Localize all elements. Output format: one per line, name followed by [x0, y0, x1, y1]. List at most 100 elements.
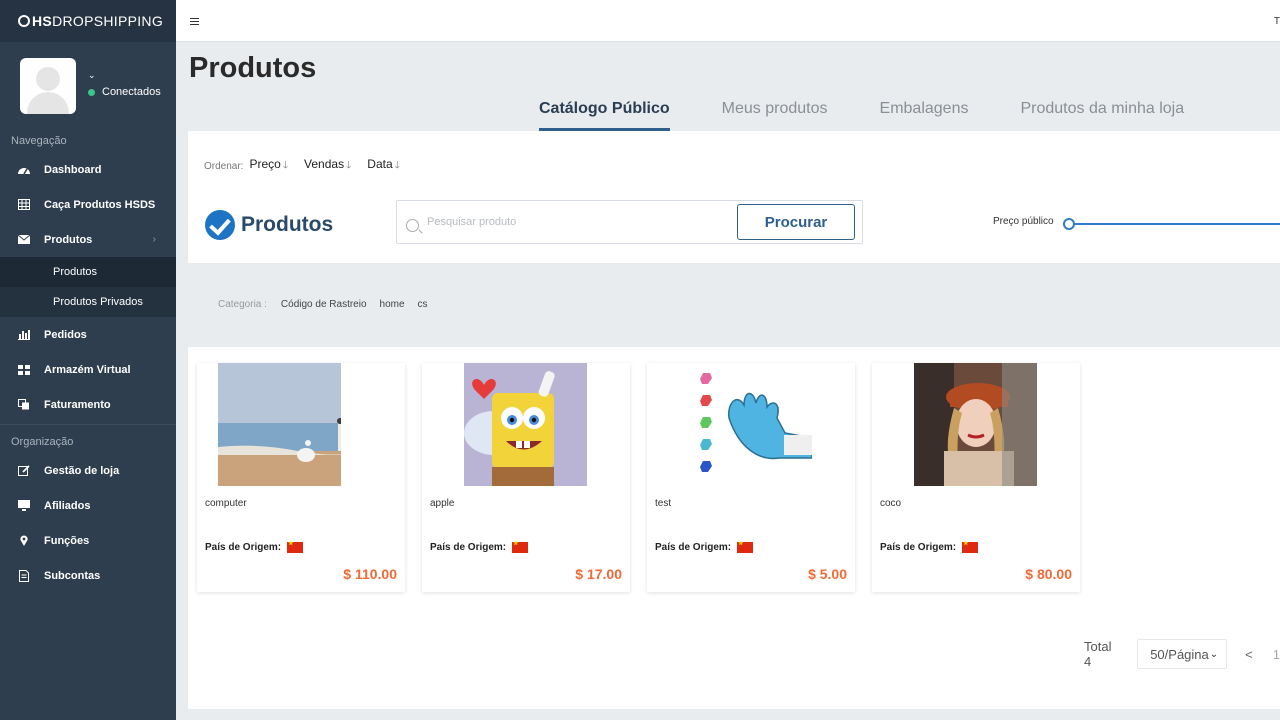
sort-row: Ordenar: Preço 🡓 Vendas 🡓 Data 🡓 — [204, 157, 416, 175]
logo-prefix: HS — [32, 13, 53, 29]
online-dot-icon — [88, 88, 95, 96]
product-card[interactable]: computer País de Origem: $ 110.00 — [197, 363, 405, 592]
china-flag-icon — [512, 540, 529, 553]
category-row: Categoria : Código de Rastreio home cs — [218, 299, 441, 310]
sidebar-item-afiliados[interactable]: Afiliados — [0, 488, 176, 523]
sidebar-item-pedidos[interactable]: Pedidos — [0, 317, 176, 352]
prev-page-button[interactable]: < — [1245, 647, 1253, 662]
product-name[interactable]: apple — [430, 498, 454, 509]
category-home[interactable]: home — [380, 299, 405, 310]
sidebar-item-label: Funções — [44, 534, 90, 547]
pagination: Total 4 50/Página ⌄ < 1 — [1084, 639, 1280, 669]
logo-suffix: DROPSHIPPING — [52, 13, 164, 29]
price-filter-label: Preço público — [993, 216, 1054, 227]
sidebar-item-label: Subcontas — [44, 569, 101, 582]
arrow-down-icon: 🡓 — [282, 160, 289, 171]
product-name[interactable]: test — [655, 498, 671, 509]
sidebar-item-gestao[interactable]: Gestão de loja — [0, 453, 176, 488]
sidebar-item-armazem[interactable]: Armazém Virtual — [0, 352, 176, 387]
product-origin: País de Origem: — [880, 540, 979, 553]
product-card[interactable]: apple País de Origem: $ 17.00 — [422, 363, 630, 592]
sort-option-preco[interactable]: Preço 🡓 — [249, 157, 288, 175]
filter-panel: Ordenar: Preço 🡓 Vendas 🡓 Data 🡓 Produtos P… — [188, 131, 1280, 263]
sort-option-data[interactable]: Data 🡓 — [367, 157, 400, 175]
price-slider[interactable] — [1063, 218, 1280, 230]
china-flag-icon — [287, 540, 304, 553]
produtos-brand-label: Produtos — [241, 213, 334, 236]
section-navegacao: Navegação — [11, 135, 67, 147]
sidebar-subitem-produtos-privados[interactable]: Produtos Privados — [0, 287, 176, 317]
chevron-down-icon: ⌄ — [1209, 648, 1219, 660]
sort-label: Ordenar: — [204, 160, 244, 172]
tab-bar: Catálogo Público Meus produtos Embalagen… — [530, 96, 1236, 131]
product-image[interactable] — [218, 363, 341, 486]
product-name[interactable]: computer — [205, 498, 247, 509]
product-price: $ 17.00 — [575, 566, 622, 582]
page-size-value: 50/Página — [1150, 646, 1209, 662]
product-origin: País de Origem: — [430, 540, 529, 553]
product-image[interactable] — [914, 363, 1037, 486]
search-icon — [406, 219, 419, 232]
check-circle-icon — [205, 210, 235, 240]
grid-icon — [17, 364, 31, 376]
produtos-submenu: Produtos Produtos Privados — [0, 257, 176, 317]
topbar: T — [176, 0, 1280, 42]
tab-embalagens[interactable]: Embalagens — [880, 96, 969, 131]
sidebar-item-caca-produtos[interactable]: Caça Produtos HSDS — [0, 187, 176, 222]
sidebar-item-produtos[interactable]: Produtos › — [0, 222, 176, 257]
chevron-right-icon: › — [152, 234, 156, 245]
china-flag-icon — [737, 540, 754, 553]
tab-catalogo-publico[interactable]: Catálogo Público — [539, 96, 670, 131]
search-button[interactable]: Procurar — [737, 204, 855, 240]
product-price: $ 5.00 — [808, 566, 847, 582]
search-input[interactable] — [427, 209, 727, 235]
bar-chart-icon — [17, 329, 31, 341]
tab-produtos-minha-loja[interactable]: Produtos da minha loja — [1020, 96, 1184, 131]
sidebar-item-faturamento[interactable]: Faturamento — [0, 387, 176, 422]
produtos-brand: Produtos — [205, 210, 333, 240]
topbar-truncated-text[interactable]: T — [1274, 16, 1280, 27]
page-title: Produtos — [189, 52, 317, 84]
envelope-icon — [17, 234, 31, 246]
product-image[interactable] — [689, 363, 812, 486]
table-icon — [17, 199, 31, 211]
chevron-down-icon[interactable]: ⌄ — [88, 70, 96, 81]
tab-meus-produtos[interactable]: Meus produtos — [722, 96, 828, 131]
sidebar-item-label: Dashboard — [44, 163, 102, 176]
product-price: $ 80.00 — [1025, 566, 1072, 582]
slider-handle[interactable] — [1063, 218, 1075, 230]
page-size-select[interactable]: 50/Página ⌄ — [1137, 639, 1228, 669]
sidebar-subitem-produtos[interactable]: Produtos — [0, 257, 176, 287]
document-icon — [17, 569, 31, 582]
sidebar-item-subcontas[interactable]: Subcontas — [0, 558, 176, 593]
product-name[interactable]: coco — [880, 498, 901, 509]
page-number-1[interactable]: 1 — [1273, 647, 1280, 662]
sort-option-vendas[interactable]: Vendas 🡓 — [304, 157, 351, 175]
product-image[interactable] — [464, 363, 587, 486]
product-origin: País de Origem: — [205, 540, 304, 553]
logo[interactable]: HS DROPSHIPPING — [0, 0, 176, 42]
monitor-icon — [17, 500, 31, 512]
product-card[interactable]: test País de Origem: $ 5.00 — [647, 363, 855, 592]
category-cs[interactable]: cs — [418, 299, 428, 310]
sidebar-item-dashboard[interactable]: Dashboard — [0, 152, 176, 187]
category-codigo-rastreio[interactable]: Código de Rastreio — [281, 299, 367, 310]
logo-ring-icon — [18, 15, 30, 27]
sidebar-item-label: Caça Produtos HSDS — [44, 198, 156, 211]
china-flag-icon — [962, 540, 979, 553]
avatar[interactable] — [20, 58, 76, 114]
user-panel: ⌄ Conectados — [0, 42, 176, 130]
user-status: Conectados — [88, 86, 161, 98]
arrow-down-icon: 🡓 — [394, 160, 400, 171]
edit-icon — [17, 465, 31, 477]
product-card[interactable]: coco País de Origem: $ 80.00 — [872, 363, 1080, 592]
product-price: $ 110.00 — [343, 566, 397, 582]
category-label: Categoria : — [218, 299, 267, 310]
hamburger-menu-icon[interactable] — [190, 18, 199, 25]
product-origin: País de Origem: — [655, 540, 754, 553]
search-box: Procurar — [396, 200, 863, 244]
sidebar-item-label: Armazém Virtual — [44, 363, 131, 376]
arrow-down-icon: 🡓 — [346, 160, 352, 171]
sidebar-item-funcoes[interactable]: Funções — [0, 523, 176, 558]
copy-icon — [17, 399, 31, 411]
